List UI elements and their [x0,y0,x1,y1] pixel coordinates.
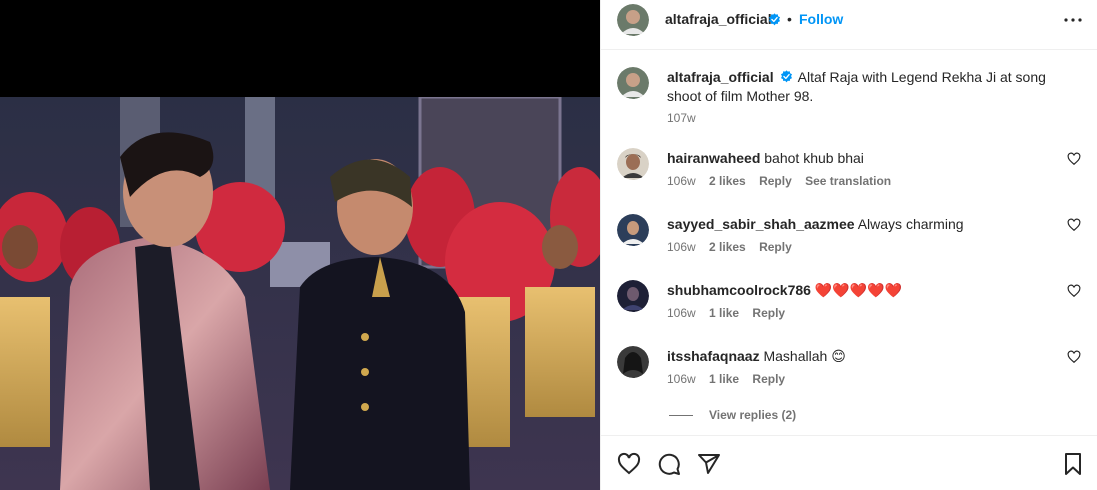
reply-button[interactable]: Reply [752,306,785,320]
comment-item: itsshafaqnaaz Mashallah 😊 106w 1 like Re… [601,346,1097,406]
bookmark-icon[interactable] [1061,452,1085,476]
comment-item: shubhamcoolrock786 ❤️❤️❤️❤️❤️ 106w 1 lik… [601,280,1097,340]
post-action-bar [601,435,1097,490]
comment-body: ❤️❤️❤️❤️❤️ [814,282,902,298]
comment-username[interactable]: shubhamcoolrock786 [667,282,811,298]
post-photo[interactable] [0,97,600,490]
comment-meta: 106w 2 likes Reply [667,240,802,254]
comment-text: hairanwaheed bahot khub bhai [667,149,864,167]
comment-text: sayyed_sabir_shah_aazmee Always charming [667,215,964,233]
view-replies-label: View replies (2) [709,408,797,422]
comment-meta: 106w 1 like Reply [667,372,795,386]
heart-icon[interactable] [1067,152,1081,166]
comment-meta: 106w 1 like Reply [667,306,795,320]
comment-text: itsshafaqnaaz Mashallah 😊 [667,347,846,365]
caption-username[interactable]: altafraja_official [667,69,774,85]
commenter-avatar[interactable] [617,346,649,378]
commenter-avatar[interactable] [617,148,649,180]
comment-meta: 106w 2 likes Reply See translation [667,174,901,188]
comment-body: Always charming [857,216,964,232]
reply-button[interactable]: Reply [752,372,785,386]
more-options-icon[interactable] [1061,8,1085,32]
comment-time[interactable]: 106w [667,372,696,386]
heart-icon[interactable] [1067,218,1081,232]
heart-icon[interactable] [617,452,641,476]
post-media [0,0,600,490]
comment-time[interactable]: 106w [667,306,696,320]
comment-body: bahot khub bhai [764,150,864,166]
comment-text: shubhamcoolrock786 ❤️❤️❤️❤️❤️ [667,281,902,299]
caption-timestamp[interactable]: 107w [667,111,696,125]
comment-likes[interactable]: 1 like [709,306,739,320]
view-replies-button[interactable]: View replies (2) [669,408,796,422]
caption-avatar[interactable] [617,67,649,99]
post-side-panel: altafraja_official • Follow altafraja_of… [600,0,1097,490]
see-translation-button[interactable]: See translation [805,174,891,188]
comment-likes[interactable]: 2 likes [709,240,746,254]
reply-button[interactable]: Reply [759,240,792,254]
share-icon[interactable] [697,452,721,476]
comment-username[interactable]: itsshafaqnaaz [667,348,760,364]
separator-dot: • [787,11,792,27]
commenter-avatar[interactable] [617,280,649,312]
verified-badge-icon [768,13,781,26]
post-caption: altafraja_official Altaf Raja with Legen… [667,68,1077,106]
comment-body: Mashallah 😊 [763,348,846,364]
heart-icon[interactable] [1067,284,1081,298]
commenter-avatar[interactable] [617,214,649,246]
follow-button[interactable]: Follow [799,11,843,27]
heart-icon[interactable] [1067,350,1081,364]
comment-time[interactable]: 106w [667,240,696,254]
comment-likes[interactable]: 2 likes [709,174,746,188]
comment-username[interactable]: hairanwaheed [667,150,760,166]
reply-button[interactable]: Reply [759,174,792,188]
comment-item: hairanwaheed bahot khub bhai 106w 2 like… [601,148,1097,208]
author-username[interactable]: altafraja_official [665,11,772,27]
comment-icon[interactable] [657,452,681,476]
post-header: altafraja_official • Follow [601,0,1097,50]
verified-badge-icon [780,70,792,83]
comment-likes[interactable]: 1 like [709,372,739,386]
comment-item: sayyed_sabir_shah_aazmee Always charming… [601,214,1097,274]
comment-username[interactable]: sayyed_sabir_shah_aazmee [667,216,855,232]
author-avatar[interactable] [617,4,649,36]
comment-time[interactable]: 106w [667,174,696,188]
replies-divider-line [669,415,693,417]
